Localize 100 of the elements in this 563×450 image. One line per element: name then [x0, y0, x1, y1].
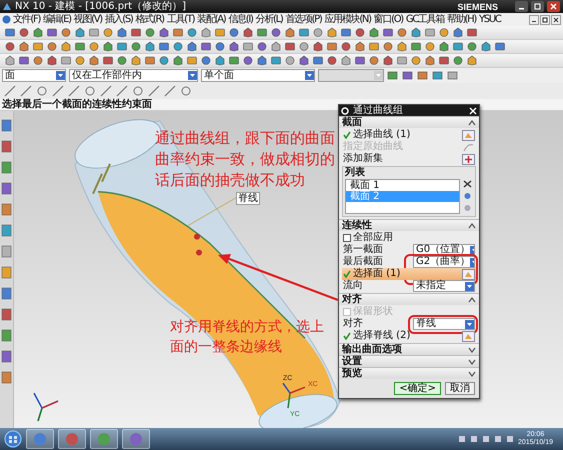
menu-item[interactable]: 装配(A) — [196, 14, 226, 26]
toolbar-icon[interactable] — [242, 55, 254, 66]
toolbar-icon[interactable] — [452, 55, 464, 66]
menu-item[interactable]: 视图(V) — [72, 14, 103, 26]
toolbar-icon[interactable] — [340, 27, 352, 38]
snap-point-icon[interactable] — [84, 85, 96, 97]
toolbar-icon[interactable] — [74, 41, 86, 52]
toolbar-icon[interactable] — [447, 70, 459, 81]
toolbar-icon[interactable] — [228, 27, 240, 38]
option-dropdown[interactable]: 脊线 — [413, 318, 475, 330]
toolbar-icon[interactable] — [368, 41, 380, 52]
selection-step[interactable]: 选择曲线 (1) — [342, 129, 476, 141]
close-button[interactable] — [547, 1, 560, 12]
taskbar-app-button[interactable] — [122, 429, 150, 449]
close-icon[interactable] — [469, 106, 477, 114]
menu-item[interactable]: 编辑(E) — [42, 14, 72, 26]
toolbar-icon[interactable] — [214, 27, 226, 38]
toolbar-icon[interactable] — [424, 27, 436, 38]
navigator-icon[interactable] — [1, 371, 12, 384]
toolbar-icon[interactable] — [354, 27, 366, 38]
gear-icon[interactable] — [341, 106, 349, 114]
menu-item[interactable]: 工具(T) — [166, 14, 196, 26]
toolbar-icon[interactable] — [396, 27, 408, 38]
toolbar-icon[interactable] — [326, 55, 338, 66]
toolbar-icon[interactable] — [18, 27, 30, 38]
menu-item[interactable]: 应用模块(N) — [324, 14, 372, 26]
toolbar-icon[interactable] — [130, 41, 142, 52]
toolbar-icon[interactable] — [158, 55, 170, 66]
menu-item[interactable]: 分析(L) — [254, 14, 284, 26]
toolbar-icon[interactable] — [46, 27, 58, 38]
toolbar-icon[interactable] — [396, 55, 408, 66]
snap-point-icon[interactable] — [20, 85, 32, 97]
menu-item[interactable]: GC工具箱 — [404, 14, 446, 26]
toolbar-icon[interactable] — [452, 41, 464, 52]
navigator-icon[interactable] — [1, 161, 12, 174]
toolbar-icon[interactable] — [438, 55, 450, 66]
dialog-button[interactable]: 取消 — [445, 382, 475, 395]
toolbar-icon[interactable] — [102, 55, 114, 66]
menu-item[interactable]: 帮助(H) — [446, 14, 477, 26]
toolbar-icon[interactable] — [354, 55, 366, 66]
toolbar-icon[interactable] — [256, 27, 268, 38]
toolbar-icon[interactable] — [60, 55, 72, 66]
toolbar-icon[interactable] — [284, 41, 296, 52]
toolbar-icon[interactable] — [270, 55, 282, 66]
toolbar-icon[interactable] — [186, 27, 198, 38]
toolbar-icon[interactable] — [242, 41, 254, 52]
toolbar-icon[interactable] — [32, 41, 44, 52]
toolbar-icon[interactable] — [116, 55, 128, 66]
checkbox[interactable] — [343, 234, 351, 242]
chevron-icon[interactable] — [468, 296, 476, 302]
add-icon[interactable] — [462, 154, 475, 164]
toolbar-icon[interactable] — [214, 41, 226, 52]
menu-item[interactable]: 文件(F) — [12, 14, 42, 26]
maximize-button[interactable] — [531, 1, 544, 12]
toolbar-icon[interactable] — [158, 41, 170, 52]
selection-step[interactable]: 选择面 (1) — [342, 268, 476, 280]
navigator-icon[interactable] — [1, 245, 12, 258]
navigator-icon[interactable] — [1, 329, 12, 342]
toolbar-icon[interactable] — [424, 41, 436, 52]
navigator-icon[interactable] — [1, 287, 12, 300]
toolbar-icon[interactable] — [382, 41, 394, 52]
toolbar-icon[interactable] — [438, 27, 450, 38]
toolbar-icon[interactable] — [382, 27, 394, 38]
taskbar-app-button[interactable] — [90, 429, 118, 449]
snap-point-icon[interactable] — [116, 85, 128, 97]
snap-point-icon[interactable] — [100, 85, 112, 97]
toolbar-icon[interactable] — [387, 70, 399, 81]
navigator-icon[interactable] — [1, 119, 12, 132]
select-object-icon[interactable] — [462, 130, 475, 140]
menu-item[interactable]: 信息(I) — [227, 14, 254, 26]
toolbar-icon[interactable] — [432, 70, 444, 81]
menu-item[interactable]: 格式(R) — [134, 14, 165, 26]
toolbar-icon[interactable] — [256, 41, 268, 52]
toolbar-icon[interactable] — [144, 55, 156, 66]
toolbar-icon[interactable] — [312, 27, 324, 38]
option-dropdown[interactable]: G2（曲率） — [413, 256, 475, 268]
toolbar-icon[interactable] — [130, 27, 142, 38]
toolbar-icon[interactable] — [410, 55, 422, 66]
toolbar-icon[interactable] — [298, 27, 310, 38]
toolbar-icon[interactable] — [88, 41, 100, 52]
toolbar-icon[interactable] — [270, 27, 282, 38]
chevron-icon[interactable] — [468, 222, 476, 228]
toolbar-icon[interactable] — [410, 41, 422, 52]
menu-item[interactable]: YSUC — [478, 14, 502, 26]
toolbar-icon[interactable] — [417, 70, 429, 81]
toolbar-icon[interactable] — [186, 55, 198, 66]
toolbar-icon[interactable] — [200, 41, 212, 52]
close-button[interactable] — [551, 14, 561, 24]
navigator-icon[interactable] — [1, 203, 12, 216]
menu-item[interactable]: 首选项(P) — [284, 14, 323, 26]
navigator-icon[interactable] — [1, 266, 12, 279]
navigator-icon[interactable] — [1, 140, 12, 153]
filter-dropdown[interactable]: 单个面 — [201, 69, 315, 82]
snap-point-icon[interactable] — [4, 85, 16, 97]
toolbar-icon[interactable] — [18, 55, 30, 66]
toolbar-icon[interactable] — [60, 27, 72, 38]
toolbar-icon[interactable] — [298, 41, 310, 52]
snap-point-icon[interactable] — [180, 85, 192, 97]
section-header[interactable]: 对齐 — [342, 294, 362, 305]
minimize-button[interactable] — [529, 14, 539, 24]
